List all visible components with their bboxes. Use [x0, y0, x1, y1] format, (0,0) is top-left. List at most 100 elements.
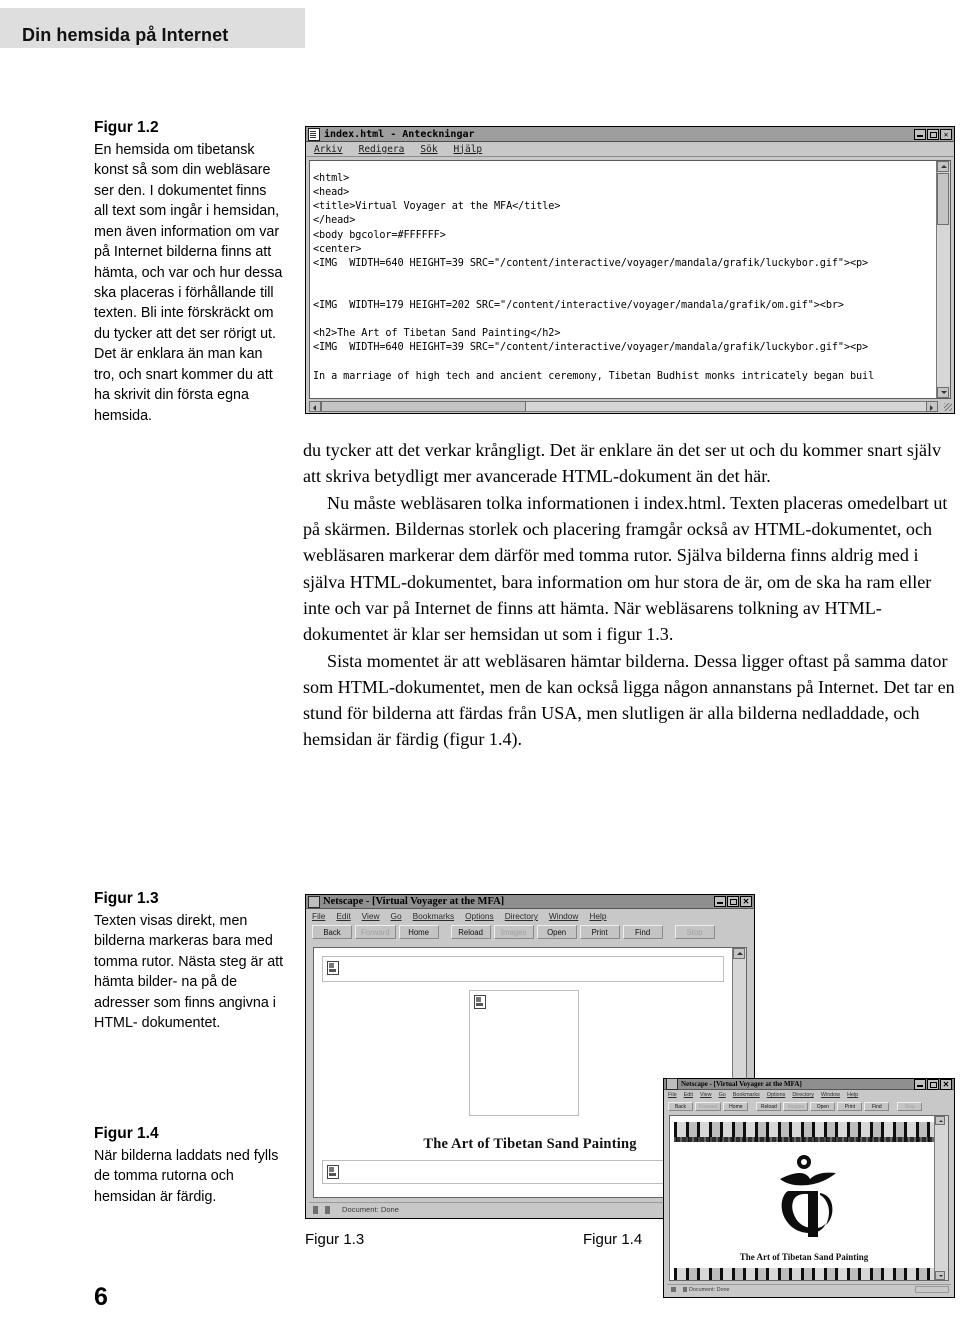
netscape-menu-bar[interactable]: File Edit View Go Bookmarks Options Dire… — [664, 1090, 954, 1100]
maximize-button[interactable] — [927, 128, 939, 140]
notepad-horizontal-scrollbar[interactable] — [309, 401, 938, 412]
menu-item-hjalp[interactable]: Hjälp — [454, 144, 483, 155]
scroll-left-arrow-icon[interactable] — [309, 401, 321, 412]
figure-caption-1-3: Figur 1.3 Texten visas direkt, men bilde… — [94, 889, 284, 1034]
scroll-down-arrow-icon[interactable] — [935, 1271, 945, 1280]
menu-item-options[interactable]: Options — [767, 1092, 786, 1098]
find-button[interactable]: Find — [864, 1102, 890, 1111]
notepad-window-controls: ✕ — [914, 128, 952, 140]
minimize-button[interactable] — [914, 1078, 926, 1090]
menu-item-file[interactable]: File — [668, 1092, 677, 1098]
close-button[interactable]: ✕ — [940, 1078, 952, 1090]
caption-heading: Figur 1.2 — [94, 119, 159, 136]
broken-image-icon — [474, 995, 486, 1009]
forward-button: Forward — [695, 1102, 722, 1111]
menu-item-window[interactable]: Window — [821, 1092, 840, 1098]
minimize-button[interactable] — [714, 896, 726, 907]
back-button[interactable]: Back — [668, 1102, 693, 1111]
resize-grip-icon[interactable] — [942, 401, 953, 412]
notepad-title-bar[interactable]: index.html - Anteckningar ✕ — [306, 127, 954, 142]
netscape-page-viewport[interactable]: The Art of Tibetan Sand Painting — [669, 1115, 949, 1281]
netscape-vertical-scrollbar[interactable] — [934, 1116, 948, 1280]
menu-item-go[interactable]: Go — [391, 911, 402, 921]
notepad-scroll-thumb[interactable] — [937, 173, 949, 225]
menu-item-file[interactable]: File — [312, 911, 325, 921]
scroll-down-arrow-icon[interactable] — [937, 387, 949, 398]
menu-item-view[interactable]: View — [362, 911, 380, 921]
print-button[interactable]: Print — [579, 925, 620, 939]
menu-item-help[interactable]: Help — [589, 911, 606, 921]
notepad-menu-bar[interactable]: Arkiv Redigera Sök Hjälp — [306, 142, 954, 157]
netscape-window-controls: ✕ — [914, 1078, 952, 1090]
netscape-title-text: Netscape - [Virtual Voyager at the MFA] — [681, 1080, 802, 1088]
menu-item-options[interactable]: Options — [465, 911, 494, 921]
netscape-window-2[interactable]: Netscape - [Virtual Voyager at the MFA] … — [663, 1078, 955, 1298]
open-button[interactable]: Open — [536, 925, 577, 939]
netscape-page-heading: The Art of Tibetan Sand Painting — [739, 1252, 869, 1262]
menu-item-help[interactable]: Help — [847, 1092, 858, 1098]
lucky-border-image-bottom — [674, 1268, 936, 1280]
menu-item-sok[interactable]: Sök — [420, 144, 437, 155]
menu-item-arkiv[interactable]: Arkiv — [314, 144, 343, 155]
netscape-toolbar[interactable]: Back Forward Home Reload Images Open Pri… — [306, 923, 754, 941]
page-title: Din hemsida på Internet — [22, 25, 229, 45]
figure-label-1-4: Figur 1.4 — [583, 1231, 643, 1248]
menu-item-view[interactable]: View — [700, 1092, 712, 1098]
print-button[interactable]: Print — [837, 1102, 863, 1111]
stop-button: Stop — [674, 925, 715, 939]
caption-heading: Figur 1.4 — [94, 1125, 159, 1142]
broken-image-icon — [327, 961, 339, 975]
body-text: du tycker att det verkar krångligt. Det … — [303, 437, 958, 753]
notepad-hscroll-thumb[interactable] — [321, 401, 526, 412]
notepad-text-area[interactable]: <html> <head> <title>Virtual Voyager at … — [309, 160, 951, 399]
maximize-button[interactable] — [927, 1078, 939, 1090]
netscape-menu-bar[interactable]: File Edit View Go Bookmarks Options Dire… — [306, 909, 754, 923]
netscape-icon — [308, 895, 320, 908]
back-button[interactable]: Back — [312, 925, 352, 939]
notepad-window[interactable]: index.html - Anteckningar ✕ Arkiv Redige… — [305, 126, 955, 414]
scroll-up-arrow-icon[interactable] — [937, 161, 949, 172]
scroll-up-arrow-icon[interactable] — [935, 1116, 945, 1125]
menu-item-redigera[interactable]: Redigera — [359, 144, 405, 155]
status-text: Document: Done — [342, 1204, 399, 1214]
notepad-html-source: <html> <head> <title>Virtual Voyager at … — [313, 173, 875, 382]
netscape-toolbar[interactable]: Back Forward Home Reload Images Open Pri… — [664, 1100, 954, 1113]
open-button[interactable]: Open — [810, 1102, 836, 1111]
forward-button: Forward — [355, 925, 396, 939]
placeholder-image-box-top — [322, 956, 724, 982]
reload-button[interactable]: Reload — [450, 925, 491, 939]
menu-item-bookmarks[interactable]: Bookmarks — [413, 911, 455, 921]
caption-body: Texten visas direkt, men bilderna marker… — [94, 912, 284, 1032]
menu-item-directory[interactable]: Directory — [792, 1092, 814, 1098]
home-button[interactable]: Home — [398, 925, 439, 939]
om-symbol-image — [670, 1146, 938, 1251]
notepad-vertical-scrollbar[interactable] — [936, 161, 950, 398]
menu-item-edit[interactable]: Edit — [336, 911, 350, 921]
netscape-window-controls: ✕ — [714, 896, 752, 907]
notepad-document-icon — [308, 127, 320, 141]
menu-item-edit[interactable]: Edit — [684, 1092, 693, 1098]
placeholder-image-box-center — [469, 990, 579, 1116]
status-icons — [671, 1287, 687, 1292]
scroll-up-arrow-icon[interactable] — [733, 948, 745, 959]
caption-body: En hemsida om tibetansk konst så som din… — [94, 141, 283, 424]
netscape-status-bar: Document: Done — [667, 1284, 951, 1294]
figure-caption-1-2: Figur 1.2 En hemsida om tibetansk konst … — [94, 118, 284, 426]
running-head-bar: Din hemsida på Internet — [0, 8, 305, 48]
close-button[interactable]: ✕ — [940, 128, 952, 140]
reload-button[interactable]: Reload — [756, 1102, 782, 1111]
scroll-right-arrow-icon[interactable] — [926, 401, 938, 412]
menu-item-window[interactable]: Window — [549, 911, 579, 921]
maximize-button[interactable] — [727, 896, 739, 907]
netscape-title-bar[interactable]: Netscape - [Virtual Voyager at the MFA] … — [306, 895, 754, 909]
caption-body: När bilderna laddats ned fylls de tomma … — [94, 1147, 279, 1205]
menu-item-directory[interactable]: Directory — [505, 911, 538, 921]
minimize-button[interactable] — [914, 128, 926, 140]
lucky-border-image-top — [674, 1122, 936, 1142]
find-button[interactable]: Find — [622, 925, 663, 939]
home-button[interactable]: Home — [723, 1102, 749, 1111]
close-button[interactable]: ✕ — [740, 896, 752, 907]
netscape-title-bar[interactable]: Netscape - [Virtual Voyager at the MFA] … — [664, 1078, 954, 1090]
menu-item-go[interactable]: Go — [719, 1092, 726, 1098]
menu-item-bookmarks[interactable]: Bookmarks — [733, 1092, 760, 1098]
